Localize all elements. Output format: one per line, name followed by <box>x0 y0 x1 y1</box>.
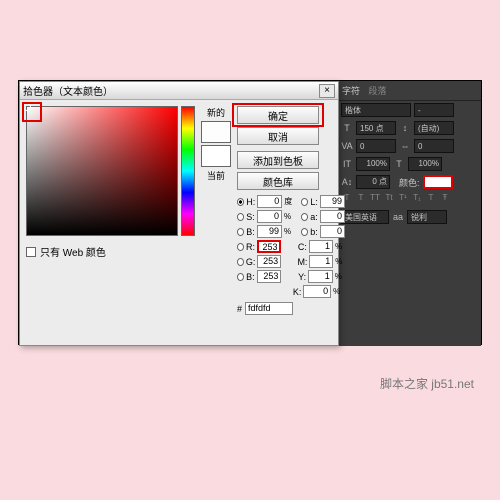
hscale-icon: T <box>393 158 405 170</box>
font-style-select[interactable]: - <box>414 103 454 117</box>
a-input[interactable]: 0 <box>320 210 345 223</box>
r-radio[interactable] <box>237 243 244 251</box>
b-unit: % <box>284 227 294 236</box>
r-input[interactable]: 253 <box>257 240 282 253</box>
lab-b-radio[interactable] <box>301 228 308 236</box>
m-input[interactable]: 1 <box>309 255 333 268</box>
b2-radio[interactable] <box>237 273 244 281</box>
s-unit: % <box>284 212 294 221</box>
c-unit: % <box>335 242 345 251</box>
color-picker-dialog: 拾色器（文本颜色） × 只有 Web 颜色 新的 <box>19 81 339 346</box>
tab-character[interactable]: 字符 <box>342 84 360 97</box>
dialog-titlebar[interactable]: 拾色器（文本颜色） × <box>20 82 338 100</box>
k-unit: % <box>333 287 345 296</box>
color-libs-button[interactable]: 颜色库 <box>237 172 319 190</box>
g-radio[interactable] <box>237 258 244 266</box>
bval-input[interactable]: 99 <box>257 225 282 238</box>
leading-icon: ↕ <box>399 122 411 134</box>
b2-input[interactable]: 253 <box>257 270 282 283</box>
hex-label: # <box>237 304 242 314</box>
s-input[interactable]: 0 <box>257 210 282 223</box>
allcaps-button[interactable]: TT <box>369 193 381 202</box>
current-color-swatch[interactable] <box>201 145 231 167</box>
color-label: 颜色: <box>399 176 420 189</box>
leading-select[interactable]: (自动) <box>414 121 454 135</box>
character-panel: 字符 段落 楷体 - T 150 点 ↕ (自动) VA 0 ⇔ 0 IT 10… <box>337 81 481 346</box>
strike-button[interactable]: Ŧ <box>439 193 451 202</box>
hex-input[interactable]: fdfdfd <box>245 302 293 315</box>
vscale-input[interactable]: 100% <box>356 157 390 171</box>
dialog-title: 拾色器（文本颜色） <box>23 83 113 98</box>
h-input[interactable]: 0 <box>257 195 282 208</box>
language-select[interactable]: 美国英语 <box>341 210 389 224</box>
h-unit: 度 <box>284 196 294 207</box>
h-radio[interactable] <box>237 198 244 206</box>
antialias-select[interactable]: 锐利 <box>407 210 447 224</box>
a-radio[interactable] <box>301 213 308 221</box>
font-family-select[interactable]: 楷体 <box>341 103 411 117</box>
subscript-button[interactable]: T₁ <box>411 193 423 202</box>
aa-icon: aa <box>392 211 404 223</box>
current-label: 当前 <box>207 169 225 182</box>
type-style-row: T T TT Tt T¹ T₁ T Ŧ <box>337 191 481 204</box>
hue-slider[interactable] <box>181 106 195 236</box>
g-input[interactable]: 253 <box>257 255 281 268</box>
ok-button[interactable]: 确定 <box>237 106 319 124</box>
color-field[interactable] <box>26 106 178 236</box>
add-swatch-button[interactable]: 添加到色板 <box>237 151 319 169</box>
panel-tabs: 字符 段落 <box>337 81 481 101</box>
underline-button[interactable]: T <box>425 193 437 202</box>
watermark: 脚本之家 jb51.net <box>380 375 474 392</box>
cancel-button[interactable]: 取消 <box>237 127 319 145</box>
faux-italic-button[interactable]: T <box>355 193 367 202</box>
new-label: 新的 <box>207 106 225 119</box>
kerning-select[interactable]: 0 <box>356 139 396 153</box>
highlight-cursor <box>22 102 42 122</box>
tracking-icon: ⇔ <box>399 140 411 152</box>
web-colors-checkbox[interactable] <box>26 247 36 257</box>
c-input[interactable]: 1 <box>309 240 333 253</box>
baseline-input[interactable]: 0 点 <box>356 175 390 189</box>
y-input[interactable]: 1 <box>308 270 333 283</box>
l-radio[interactable] <box>301 198 308 206</box>
superscript-button[interactable]: T¹ <box>397 193 409 202</box>
text-color-swatch[interactable] <box>423 175 453 189</box>
b-radio[interactable] <box>237 228 244 236</box>
m-unit: % <box>335 257 345 266</box>
close-button[interactable]: × <box>319 84 335 98</box>
tracking-select[interactable]: 0 <box>414 139 454 153</box>
font-size-select[interactable]: 150 点 <box>356 121 396 135</box>
lab-b-input[interactable]: 0 <box>320 225 345 238</box>
new-color-swatch <box>201 121 231 143</box>
web-colors-label: 只有 Web 颜色 <box>40 244 106 259</box>
y-unit: % <box>335 272 345 281</box>
l-input[interactable]: 99 <box>320 195 345 208</box>
tab-paragraph[interactable]: 段落 <box>369 84 387 97</box>
s-radio[interactable] <box>237 213 244 221</box>
app-stage: 字符 段落 楷体 - T 150 点 ↕ (自动) VA 0 ⇔ 0 IT 10… <box>18 80 482 345</box>
k-input[interactable]: 0 <box>303 285 331 298</box>
smallcaps-button[interactable]: Tt <box>383 193 395 202</box>
hscale-input[interactable]: 100% <box>408 157 442 171</box>
